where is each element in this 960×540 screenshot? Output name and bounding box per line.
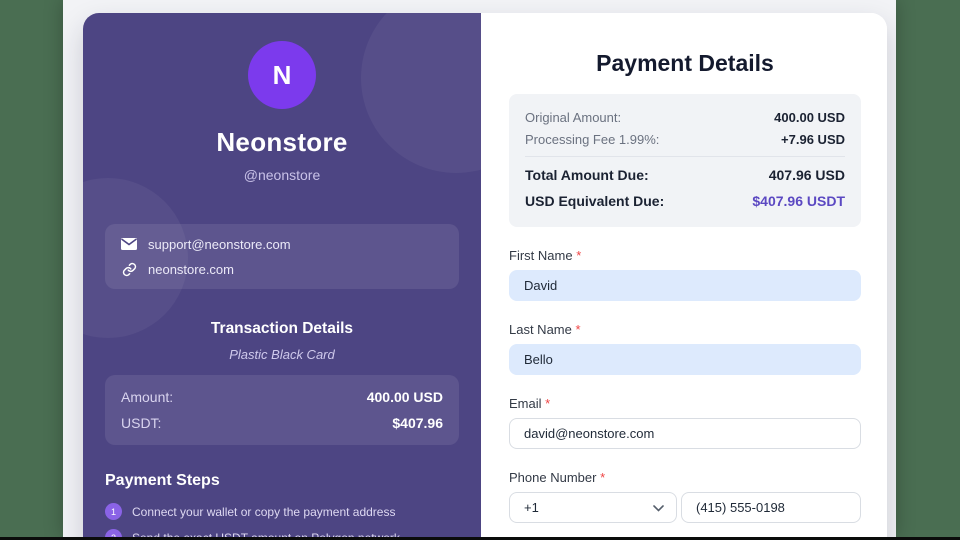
contact-website-row: neonstore.com	[121, 261, 443, 277]
original-amount-value: 400.00 USD	[774, 109, 845, 125]
step-text: Connect your wallet or copy the payment …	[132, 504, 396, 519]
phone-label: Phone Number *	[509, 470, 606, 485]
usd-equivalent-value: $407.96 USDT	[752, 193, 845, 209]
processing-fee-label: Processing Fee 1.99%:	[525, 131, 660, 147]
usd-equivalent-row: USD Equivalent Due: $407.96 USDT	[525, 188, 845, 214]
contact-email: support@neonstore.com	[148, 236, 291, 252]
contact-email-row: support@neonstore.com	[121, 236, 443, 252]
merchant-panel: N Neonstore @neonstore support@neonstore…	[83, 13, 481, 537]
store-name: Neonstore	[216, 127, 348, 157]
required-asterisk: *	[576, 248, 582, 263]
summary-row: Original Amount: 400.00 USD	[525, 106, 845, 128]
first-name-label: First Name *	[509, 248, 582, 263]
required-asterisk: *	[575, 322, 581, 337]
email-icon	[121, 236, 137, 252]
processing-fee-value: +7.96 USD	[781, 131, 845, 147]
email-group: Email *	[509, 396, 861, 449]
step-number-badge: 2	[105, 529, 122, 537]
payment-card: N Neonstore @neonstore support@neonstore…	[83, 13, 887, 537]
first-name-group: First Name *	[509, 248, 861, 301]
amount-label: Amount:	[121, 389, 174, 405]
summary-divider	[525, 156, 845, 157]
country-code-value: +1	[524, 500, 539, 515]
email-label: Email *	[509, 396, 551, 411]
payment-summary-box: Original Amount: 400.00 USD Processing F…	[509, 94, 861, 227]
step-text: Send the exact USDT amount on Polygon ne…	[132, 531, 400, 538]
last-name-group: Last Name *	[509, 322, 861, 375]
amount-row: Amount: 400.00 USD	[121, 384, 443, 410]
store-handle: @neonstore	[243, 167, 321, 183]
transaction-details-title: Transaction Details	[210, 320, 354, 337]
first-name-field[interactable]	[509, 270, 861, 301]
last-name-field[interactable]	[509, 344, 861, 375]
phone-group: Phone Number * +1	[509, 470, 861, 523]
country-code-select[interactable]: +1	[509, 492, 677, 523]
payment-step: 2 Send the exact USDT amount on Polygon …	[105, 529, 459, 537]
required-asterisk: *	[600, 470, 606, 485]
required-asterisk: *	[545, 396, 551, 411]
page-background: N Neonstore @neonstore support@neonstore…	[63, 0, 896, 537]
link-icon	[121, 261, 137, 277]
amount-box: Amount: 400.00 USD USDT: $407.96	[105, 375, 459, 445]
total-due-value: 407.96 USD	[768, 167, 845, 183]
contact-website: neonstore.com	[148, 261, 234, 277]
payment-form-section: Payment Details Original Amount: 400.00 …	[481, 13, 887, 537]
summary-row: Processing Fee 1.99%: +7.96 USD	[525, 128, 845, 150]
usdt-label: USDT:	[121, 415, 162, 431]
chevron-down-icon	[653, 500, 664, 515]
original-amount-label: Original Amount:	[525, 109, 622, 125]
payment-step: 1 Connect your wallet or copy the paymen…	[105, 503, 459, 520]
step-number-badge: 1	[105, 503, 122, 520]
page-title: Payment Details	[596, 50, 774, 76]
email-field[interactable]	[509, 418, 861, 449]
contact-box: support@neonstore.com neonstore.com	[105, 224, 459, 289]
usdt-value: $407.96	[392, 415, 443, 431]
usd-equivalent-label: USD Equivalent Due:	[525, 193, 665, 209]
transaction-product: Plastic Black Card	[229, 347, 335, 362]
payment-steps-title: Payment Steps	[105, 472, 220, 489]
total-due-label: Total Amount Due:	[525, 167, 649, 183]
last-name-label: Last Name *	[509, 322, 581, 337]
phone-number-field[interactable]	[681, 492, 861, 523]
amount-value: 400.00 USD	[366, 389, 443, 405]
total-due-row: Total Amount Due: 407.96 USD	[525, 162, 845, 188]
desktop-backdrop: N Neonstore @neonstore support@neonstore…	[0, 0, 960, 537]
merchant-avatar: N	[248, 41, 316, 109]
payment-steps-list: 1 Connect your wallet or copy the paymen…	[105, 503, 459, 537]
usdt-row: USDT: $407.96	[121, 410, 443, 436]
